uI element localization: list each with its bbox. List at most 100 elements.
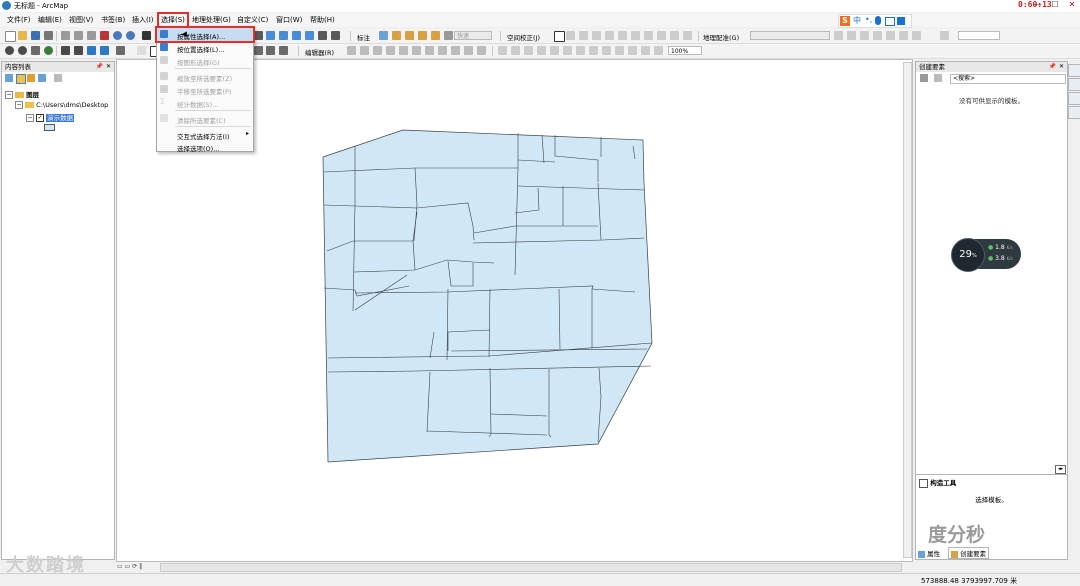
- label-weight-icon[interactable]: [405, 31, 414, 40]
- parcel-layer-outline[interactable]: [322, 129, 653, 463]
- shift-icon[interactable]: [847, 31, 856, 40]
- trace-icon[interactable]: [399, 46, 408, 55]
- zoom-out-icon[interactable]: [18, 46, 27, 55]
- list-by-visibility-icon[interactable]: [27, 74, 35, 82]
- data-driven-pages-icon[interactable]: [654, 46, 663, 55]
- editor-menu[interactable]: 编辑器(R): [305, 47, 334, 57]
- list-by-drawing-order-icon[interactable]: [5, 74, 13, 82]
- folder-node[interactable]: − C:\Users\dms\Desktop: [15, 101, 108, 109]
- fixed-zoom-in-icon[interactable]: [61, 46, 70, 55]
- collapse-icon[interactable]: −: [26, 114, 34, 122]
- pin-icon[interactable]: 📌: [1049, 62, 1056, 72]
- straight-segment-icon[interactable]: [373, 46, 382, 55]
- edit-tool-icon[interactable]: [347, 46, 356, 55]
- layout-zoom-out-icon[interactable]: [511, 46, 520, 55]
- layers-node[interactable]: − 图层: [5, 89, 39, 99]
- brightness-icon[interactable]: [940, 31, 949, 40]
- catalog-dock-tab[interactable]: [1068, 64, 1080, 77]
- label-priority-icon[interactable]: [392, 31, 401, 40]
- menu-file[interactable]: 文件(F): [6, 15, 32, 25]
- python-icon[interactable]: [318, 31, 327, 40]
- fixed-zoom-out-icon[interactable]: [74, 46, 83, 55]
- open-folder-icon[interactable]: [18, 31, 27, 40]
- clear-links-icon[interactable]: [631, 31, 640, 40]
- layer-node[interactable]: − ✓ 演示数据: [26, 112, 75, 122]
- data-view-icon[interactable]: ▭: [117, 563, 123, 570]
- split-icon[interactable]: [425, 46, 434, 55]
- find-icon[interactable]: [266, 46, 275, 55]
- viewer-icon[interactable]: [886, 31, 895, 40]
- scroll-right-icon[interactable]: ◂▸: [1055, 465, 1066, 474]
- measure-icon[interactable]: [279, 46, 288, 55]
- layout-forward-icon[interactable]: [602, 46, 611, 55]
- layout-pan-icon[interactable]: [524, 46, 533, 55]
- collapse-icon[interactable]: −: [5, 91, 13, 99]
- layer-symbol[interactable]: [44, 124, 55, 133]
- keyboard-icon[interactable]: [885, 17, 895, 26]
- zoom-in-icon[interactable]: [5, 46, 14, 55]
- copy-icon[interactable]: [74, 31, 83, 40]
- new-identity-link-icon[interactable]: [605, 31, 614, 40]
- menu-selection[interactable]: 选择(S): [157, 12, 189, 28]
- select-by-location-item[interactable]: 按位置选择(L)...: [157, 41, 253, 54]
- redo-icon[interactable]: [126, 31, 135, 40]
- labeling-toolbar-label[interactable]: 标注: [357, 32, 370, 42]
- collapse-icon[interactable]: −: [15, 101, 23, 109]
- go-forward-icon[interactable]: [100, 46, 109, 55]
- tab-attributes[interactable]: 属性: [918, 548, 940, 558]
- menu-customize[interactable]: 自定义(C): [236, 15, 269, 25]
- chinese-mode-icon[interactable]: 中: [853, 15, 861, 26]
- new-limited-adjust-icon[interactable]: [618, 31, 627, 40]
- table-icon[interactable]: [266, 31, 275, 40]
- identify-icon[interactable]: [254, 46, 263, 55]
- select-elements-icon[interactable]: [554, 31, 565, 42]
- link-table-icon[interactable]: [644, 31, 653, 40]
- full-extent-icon[interactable]: [44, 46, 53, 55]
- menu-bookmarks[interactable]: 书签(B): [100, 15, 126, 25]
- toc-close-icon[interactable]: ✕: [106, 62, 111, 72]
- create-features-icon[interactable]: [477, 46, 486, 55]
- pause-drawing-icon[interactable]: ‖: [139, 563, 142, 570]
- save-icon[interactable]: [31, 31, 40, 40]
- fixed-zoom-in-layout-icon[interactable]: [563, 46, 572, 55]
- view-adjust-preview-icon[interactable]: [683, 31, 692, 40]
- layout-zoom-in-icon[interactable]: [498, 46, 507, 55]
- view-link-table-icon[interactable]: [899, 31, 908, 40]
- refresh-icon[interactable]: ⟳: [132, 563, 137, 570]
- zoom-100-icon[interactable]: [550, 46, 559, 55]
- georeferencing-menu[interactable]: 地理配准(G): [703, 32, 739, 42]
- point-icon[interactable]: [412, 46, 421, 55]
- label-manager-icon[interactable]: [379, 31, 388, 40]
- contrast-icon[interactable]: [912, 31, 921, 40]
- zoom-whole-page-icon[interactable]: [537, 46, 546, 55]
- microphone-icon[interactable]: [875, 16, 881, 25]
- statistics-item[interactable]: Σ 统计数据(S)...: [157, 96, 253, 110]
- menu-edit[interactable]: 编辑(E): [37, 15, 63, 25]
- delete-icon[interactable]: [100, 31, 109, 40]
- list-by-source-icon[interactable]: [16, 74, 26, 84]
- menu-windows[interactable]: 窗口(W): [275, 15, 303, 25]
- fixed-zoom-out-layout-icon[interactable]: [576, 46, 585, 55]
- undo-icon[interactable]: [113, 31, 122, 40]
- endpoint-arc-icon[interactable]: [386, 46, 395, 55]
- search-window-icon[interactable]: [292, 31, 301, 40]
- sketch-properties-icon[interactable]: [464, 46, 473, 55]
- add-control-points-icon[interactable]: [873, 31, 882, 40]
- labeling-quality-combo[interactable]: 快速: [454, 31, 492, 40]
- organize-templates-icon[interactable]: [920, 74, 928, 82]
- focus-data-frame-icon[interactable]: [628, 46, 637, 55]
- toggle-draft-mode-icon[interactable]: [615, 46, 624, 55]
- georeference-layer-combo[interactable]: [750, 31, 830, 40]
- menu-help[interactable]: 帮助(H): [309, 15, 336, 25]
- model-builder-icon[interactable]: [331, 31, 340, 40]
- catalog-icon[interactable]: [279, 31, 288, 40]
- pan-icon[interactable]: [31, 46, 40, 55]
- vertical-scrollbar[interactable]: [903, 62, 912, 558]
- toc-options-icon[interactable]: [54, 74, 62, 82]
- list-by-selection-icon[interactable]: [38, 74, 46, 82]
- maximize-button[interactable]: ☐: [1047, 0, 1063, 11]
- pan-to-selected-item[interactable]: 平移至所选要素(P): [157, 83, 253, 96]
- search-dock-tab[interactable]: [1068, 78, 1080, 91]
- layout-zoom-combo[interactable]: 100%: [668, 46, 702, 55]
- layer-name-label[interactable]: 演示数据: [46, 114, 75, 122]
